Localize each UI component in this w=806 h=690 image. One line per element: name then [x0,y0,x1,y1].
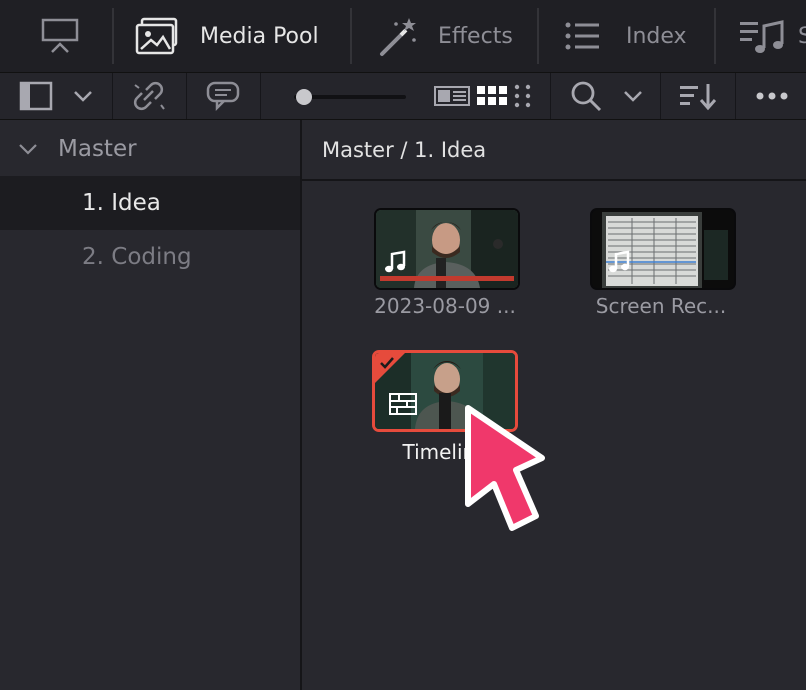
video-frame-image [376,210,518,288]
toolbar-divider [735,73,736,119]
media-pool-icon [135,17,178,55]
clip-thumbnail-1[interactable]: 2023-08-09 ... [374,208,520,320]
search-options-dropdown[interactable] [616,73,650,119]
top-toolbar: Media Pool Effects Index S [0,0,806,73]
media-pool-toolbar [0,73,806,120]
toolbar-divider [714,8,716,64]
grid-view-icon [477,86,507,105]
clip-name: Screen Rec... [595,294,727,318]
clip-preview [590,208,736,290]
toolbar-divider [537,8,539,64]
sort-icon [680,84,717,111]
clip-thumbnail-2[interactable]: Screen Rec... [590,208,736,320]
media-pool-main: Master / 1. Idea 2023-08-09 ... Screen R… [302,120,806,690]
thumbnail-size-slider[interactable] [290,73,410,119]
bin-sidebar: Master 1. Idea 2. Coding [0,120,302,690]
metadata-view-icon [434,86,470,106]
clip-name: 2023-08-09 ... [374,294,516,318]
toolbar-divider [350,8,352,64]
chevron-down-icon [19,144,37,155]
more-options-button[interactable] [748,73,796,119]
unlink-chain-icon [133,81,165,111]
checkmark-icon [380,357,394,369]
bin-label: 2. Coding [82,244,192,270]
unlink-button[interactable] [126,73,172,119]
tab-label: S [798,23,806,49]
metadata-button[interactable] [200,73,246,119]
thumbnail-view-button[interactable] [474,73,510,119]
speech-bubble-icon [206,81,240,112]
breadcrumb: Master / 1. Idea [322,137,487,162]
breadcrumb-bar: Master / 1. Idea [302,120,806,181]
list-view-button[interactable] [510,73,538,119]
bin-label: 1. Idea [82,190,161,216]
panel-layout-button[interactable] [30,0,90,72]
bin-label: Master [58,136,137,162]
screen-recording-image [592,210,734,288]
clip-preview [374,208,520,290]
index-list-icon [565,22,599,50]
search-icon [571,81,602,112]
tab-media-pool[interactable]: Media Pool [134,0,319,72]
slider-track [294,89,406,105]
sidebar-options-dropdown[interactable] [66,73,100,119]
sort-button[interactable] [674,73,722,119]
bin-master[interactable]: Master [0,122,300,176]
bin-1-idea[interactable]: 1. Idea [0,176,300,230]
tab-index[interactable]: Index [562,0,687,72]
chevron-down-icon [74,91,92,102]
music-note-icon [385,250,406,273]
music-note-icon [609,250,630,273]
toolbar-divider [550,73,551,119]
chevron-down-icon [624,91,642,102]
search-button[interactable] [566,73,606,119]
toggle-sidebar-button[interactable] [16,73,56,119]
sidebar-panel-icon [19,81,53,111]
toolbar-divider [112,8,114,64]
timeline-icon [389,393,417,415]
tab-label: Effects [438,23,513,49]
tab-label: Index [626,23,687,49]
present-screen-icon [41,18,79,53]
cursor-arrow-icon [465,405,545,531]
list-view-icon [514,84,531,108]
toolbar-divider [660,73,661,119]
bin-2-coding[interactable]: 2. Coding [0,230,300,284]
metadata-view-button[interactable] [430,73,474,119]
effects-wand-icon [380,18,416,56]
sound-library-icon [740,20,784,53]
tab-label: Media Pool [200,23,319,49]
toolbar-divider [186,73,187,119]
more-dots-icon [756,92,788,100]
tab-sound-library[interactable]: S [738,0,806,72]
toolbar-divider [112,73,113,119]
tab-effects[interactable]: Effects [376,0,513,72]
toolbar-divider [260,73,261,119]
